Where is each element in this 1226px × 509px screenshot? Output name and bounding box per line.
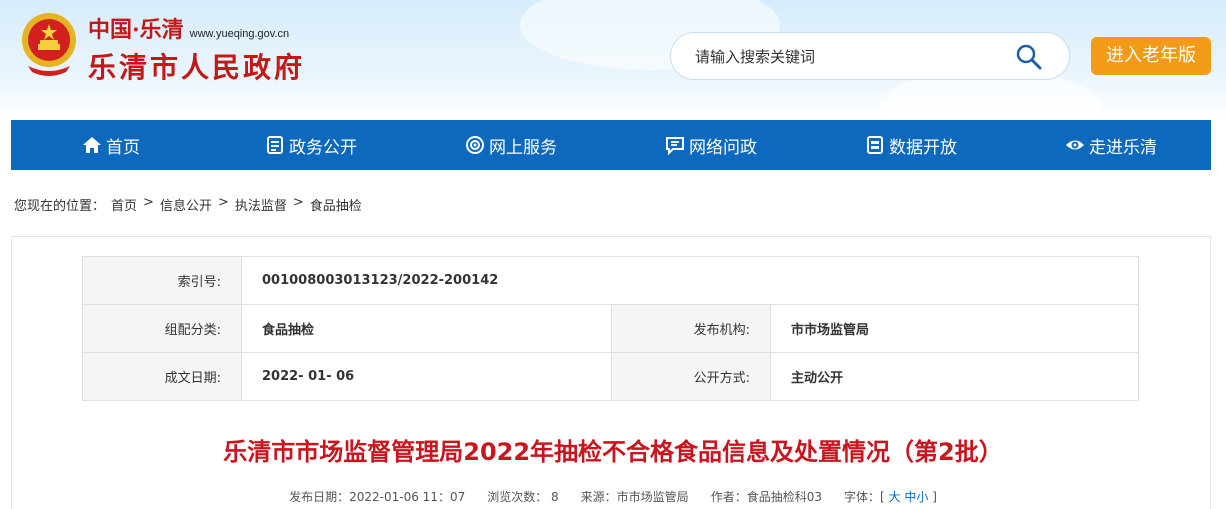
- table-row: 索引号: 001008003013123/2022-200142: [82, 256, 1139, 305]
- site-header: 中国·乐清 www.yueqing.gov.cn 乐清市人民政府 进入老年版: [0, 0, 1226, 120]
- breadcrumb-home[interactable]: 首页: [111, 195, 137, 214]
- breadcrumb: 您现在的位置： 首页 > 信息公开 > 执法监督 > 食品抽检: [14, 195, 362, 214]
- font-size-small[interactable]: 小: [916, 490, 928, 504]
- brand-top: 中国·乐清 www.yueqing.gov.cn: [88, 12, 289, 44]
- source: 来源：市市场监管局: [580, 490, 689, 504]
- mode-value: 主动公开: [770, 352, 1139, 401]
- nav-label: 数据开放: [889, 137, 957, 158]
- breadcrumb-food-inspection[interactable]: 食品抽检: [310, 195, 362, 214]
- author: 作者：食品抽检科03: [710, 490, 822, 504]
- article-info: 发布日期：2022-01-06 11：07 浏览次数： 8 来源：市市场监管局 …: [0, 488, 1226, 505]
- document-icon: [267, 136, 283, 154]
- nav-label: 网络问政: [689, 137, 757, 158]
- nav-item-online-inquiry[interactable]: 网络问政: [611, 120, 811, 170]
- index-label: 索引号:: [82, 256, 242, 305]
- publisher-label: 发布机构:: [611, 304, 771, 353]
- view-count: 浏览次数： 8: [487, 490, 559, 504]
- font-size-selector: 字体：[ 大 中小 ]: [844, 488, 937, 505]
- table-row: 成文日期: 2022- 01- 06 公开方式: 主动公开: [82, 352, 1139, 401]
- breadcrumb-info-disclosure[interactable]: 信息公开: [160, 195, 212, 214]
- brand-url: www.yueqing.gov.cn: [189, 28, 290, 40]
- nav-label: 走进乐清: [1089, 137, 1157, 158]
- chat-icon: [666, 137, 684, 155]
- nav-item-government-affairs[interactable]: 政务公开: [211, 120, 411, 170]
- category-value: 食品抽检: [241, 304, 612, 353]
- breadcrumb-law-enforcement[interactable]: 执法监督: [235, 195, 287, 214]
- breadcrumb-separator: >: [143, 195, 154, 210]
- data-icon: [867, 136, 883, 154]
- site-name: 乐清市人民政府: [88, 51, 306, 84]
- nav-item-open-data[interactable]: 数据开放: [811, 120, 1011, 170]
- index-value: 001008003013123/2022-200142: [241, 256, 1139, 305]
- nav-item-about-yueqing[interactable]: 走进乐清: [1011, 120, 1211, 170]
- nav-label: 政务公开: [289, 137, 357, 158]
- category-label: 组配分类:: [82, 304, 242, 353]
- breadcrumb-prefix: 您现在的位置：: [14, 199, 106, 214]
- nav-item-home[interactable]: 首页: [11, 120, 211, 170]
- metadata-table: 索引号: 001008003013123/2022-200142 组配分类: 食…: [82, 256, 1139, 401]
- eye-icon: [1066, 140, 1084, 150]
- elder-version-button[interactable]: 进入老年版: [1091, 37, 1211, 75]
- breadcrumb-separator: >: [292, 195, 304, 210]
- font-size-label: 字体：[: [843, 490, 885, 504]
- search-input[interactable]: [695, 45, 1005, 69]
- date-value: 2022- 01- 06: [241, 352, 612, 401]
- table-row: 组配分类: 食品抽检 发布机构: 市市场监管局: [82, 304, 1139, 353]
- main-nav: 首页 政务公开 网上服务 网络问政 数据开放 走进乐清: [11, 120, 1211, 170]
- font-size-medium[interactable]: 中: [904, 490, 916, 504]
- breadcrumb-separator: >: [217, 195, 229, 210]
- nav-item-online-service[interactable]: 网上服务: [411, 120, 611, 170]
- search-icon[interactable]: [1015, 43, 1043, 71]
- brand-cn: 中国·乐清: [88, 17, 184, 43]
- font-size-close: ]: [932, 490, 937, 504]
- font-size-large[interactable]: 大: [888, 490, 900, 504]
- nav-label: 首页: [106, 137, 140, 158]
- article-title: 乐清市市场监督管理局2022年抽检不合格食品信息及处置情况（第2批）: [223, 438, 1003, 466]
- search-box: [670, 32, 1070, 80]
- date-label: 成文日期:: [82, 352, 242, 401]
- national-emblem-icon: [22, 13, 76, 76]
- nav-label: 网上服务: [489, 137, 557, 158]
- mode-label: 公开方式:: [611, 352, 771, 401]
- home-icon: [83, 137, 101, 153]
- publish-date: 发布日期：2022-01-06 11：07: [289, 490, 466, 504]
- publisher-value: 市市场监管局: [770, 304, 1139, 353]
- service-icon: [466, 136, 484, 154]
